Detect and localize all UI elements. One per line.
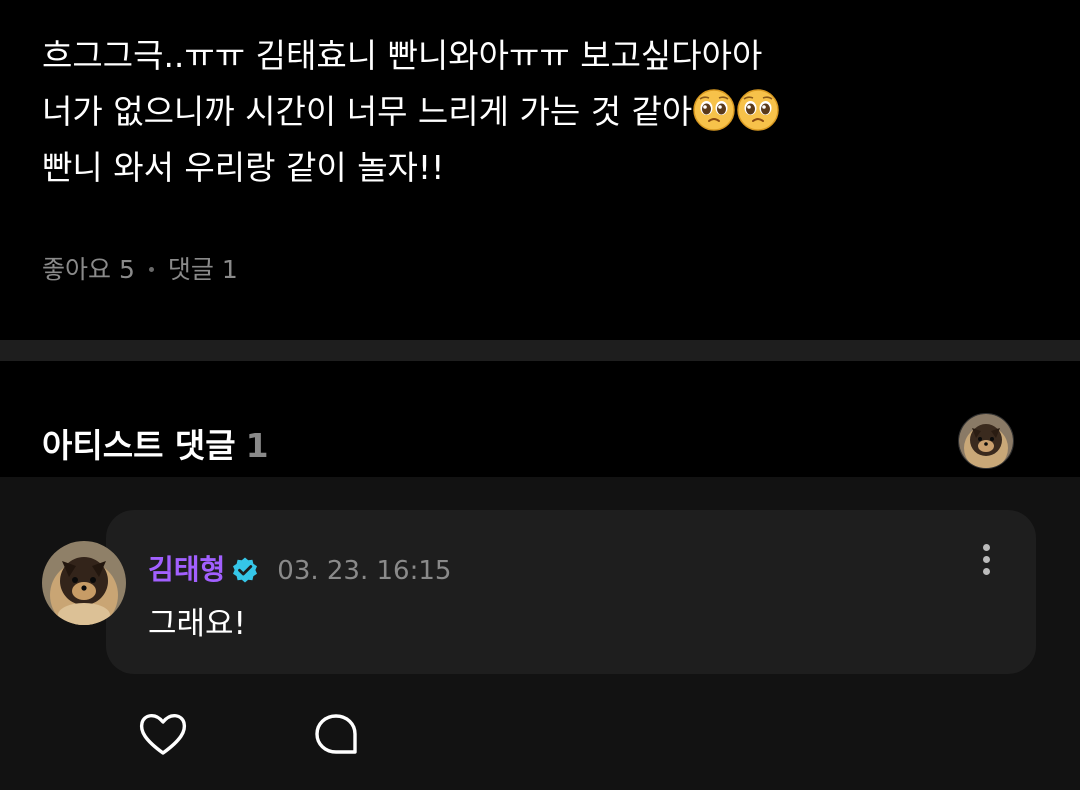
- comments-label: 댓글: [167, 255, 214, 284]
- section-divider: [0, 340, 1080, 361]
- speech-bubble-icon[interactable]: [310, 709, 362, 761]
- post-line-2: 너가 없으니까 시간이 너무 느리게 가는 것 같아: [42, 84, 1042, 140]
- verified-badge-icon: [233, 557, 258, 583]
- likes-stat[interactable]: 좋아요 5: [42, 255, 135, 284]
- comment-card: 김태형 03. 23. 16:15 그래요!: [106, 510, 1036, 674]
- comment-author-avatar[interactable]: [42, 541, 126, 625]
- post-line-1: 흐그그극..ㅠㅠ 김태효니 빤니와아ㅠㅠ 보고싶다아아: [42, 36, 763, 75]
- dog-avatar-image: [42, 541, 126, 625]
- comment-date: 03. 23. 16:15: [277, 556, 452, 586]
- comments-area: 김태형 03. 23. 16:15 그래요!: [0, 477, 1080, 790]
- comment-text: 그래요!: [148, 606, 246, 642]
- likes-label: 좋아요: [42, 255, 112, 284]
- dog-avatar-image: [959, 414, 1013, 468]
- heart-outline-icon[interactable]: [136, 707, 190, 761]
- post-body: 흐그그극..ㅠㅠ 김태효니 빤니와아ㅠㅠ 보고싶다아아 너가 없으니까 시간이 …: [42, 28, 1042, 196]
- comment-author-name[interactable]: 김태형: [148, 553, 225, 586]
- artist-comments-header: 아티스트 댓글 1: [0, 361, 1080, 477]
- comments-stat[interactable]: 댓글 1: [168, 255, 238, 284]
- comments-count: 1: [221, 255, 238, 284]
- pleading-face-emoji: [737, 89, 780, 131]
- separator-dot: [148, 267, 154, 272]
- comment-meta: 김태형 03. 23. 16:15: [148, 548, 451, 588]
- post-line-2-text: 너가 없으니까 시간이 너무 느리게 가는 것 같아: [42, 92, 693, 131]
- artist-comments-title: 아티스트 댓글 1: [42, 419, 269, 467]
- likes-count: 5: [118, 255, 135, 284]
- more-vertical-icon[interactable]: [976, 544, 996, 584]
- pleading-face-emoji: [693, 89, 736, 131]
- artist-avatar-small[interactable]: [958, 413, 1014, 469]
- post-stats: 좋아요 5 댓글 1: [42, 250, 238, 286]
- fan-post: 흐그그극..ㅠㅠ 김태효니 빤니와아ㅠㅠ 보고싶다아아 너가 없으니까 시간이 …: [0, 0, 1080, 340]
- post-line-3: 빤니 와서 우리랑 같이 놀자!!: [42, 148, 445, 187]
- artist-comments-title-text: 아티스트 댓글: [42, 426, 236, 465]
- artist-comments-count: 1: [245, 426, 269, 465]
